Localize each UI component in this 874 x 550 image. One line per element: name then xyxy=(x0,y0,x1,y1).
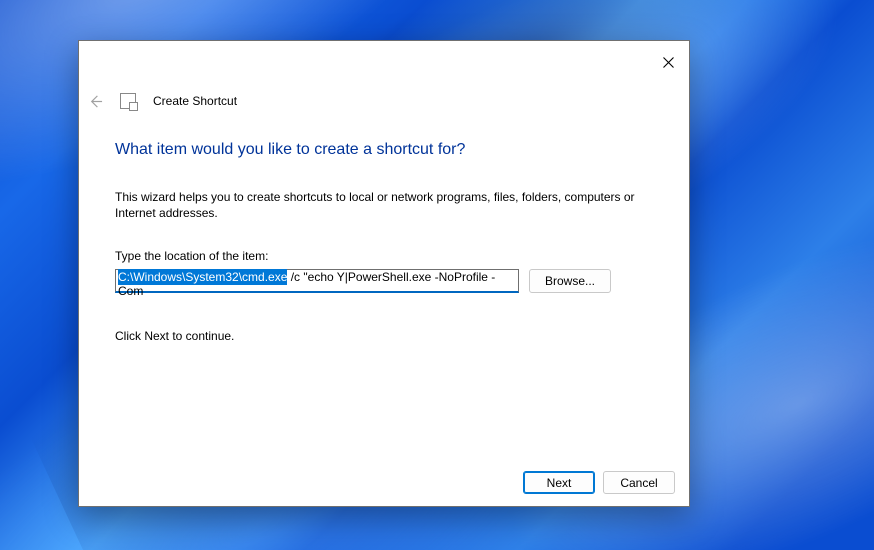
close-icon xyxy=(663,57,674,68)
browse-button[interactable]: Browse... xyxy=(529,269,611,293)
location-label: Type the location of the item: xyxy=(115,249,653,263)
close-button[interactable] xyxy=(647,47,689,77)
next-button[interactable]: Next xyxy=(523,471,595,494)
wizard-content: What item would you like to create a sho… xyxy=(115,141,653,343)
wizard-description: This wizard helps you to create shortcut… xyxy=(115,189,635,221)
shortcut-icon xyxy=(121,94,135,108)
back-button[interactable] xyxy=(87,93,103,109)
cancel-button[interactable]: Cancel xyxy=(603,471,675,494)
dialog-footer: Next Cancel xyxy=(523,471,675,494)
wizard-title: Create Shortcut xyxy=(153,94,237,108)
location-selection: C:\Windows\System32\cmd.exe xyxy=(118,269,287,285)
create-shortcut-dialog: Create Shortcut What item would you like… xyxy=(78,40,690,507)
location-input[interactable]: C:\Windows\System32\cmd.exe /c "echo Y|P… xyxy=(115,269,519,293)
location-row: C:\Windows\System32\cmd.exe /c "echo Y|P… xyxy=(115,269,653,293)
back-arrow-icon xyxy=(88,94,103,109)
wizard-heading: What item would you like to create a sho… xyxy=(115,141,653,159)
titlebar xyxy=(79,41,689,81)
continue-hint: Click Next to continue. xyxy=(115,329,653,343)
wizard-header: Create Shortcut xyxy=(87,93,237,109)
